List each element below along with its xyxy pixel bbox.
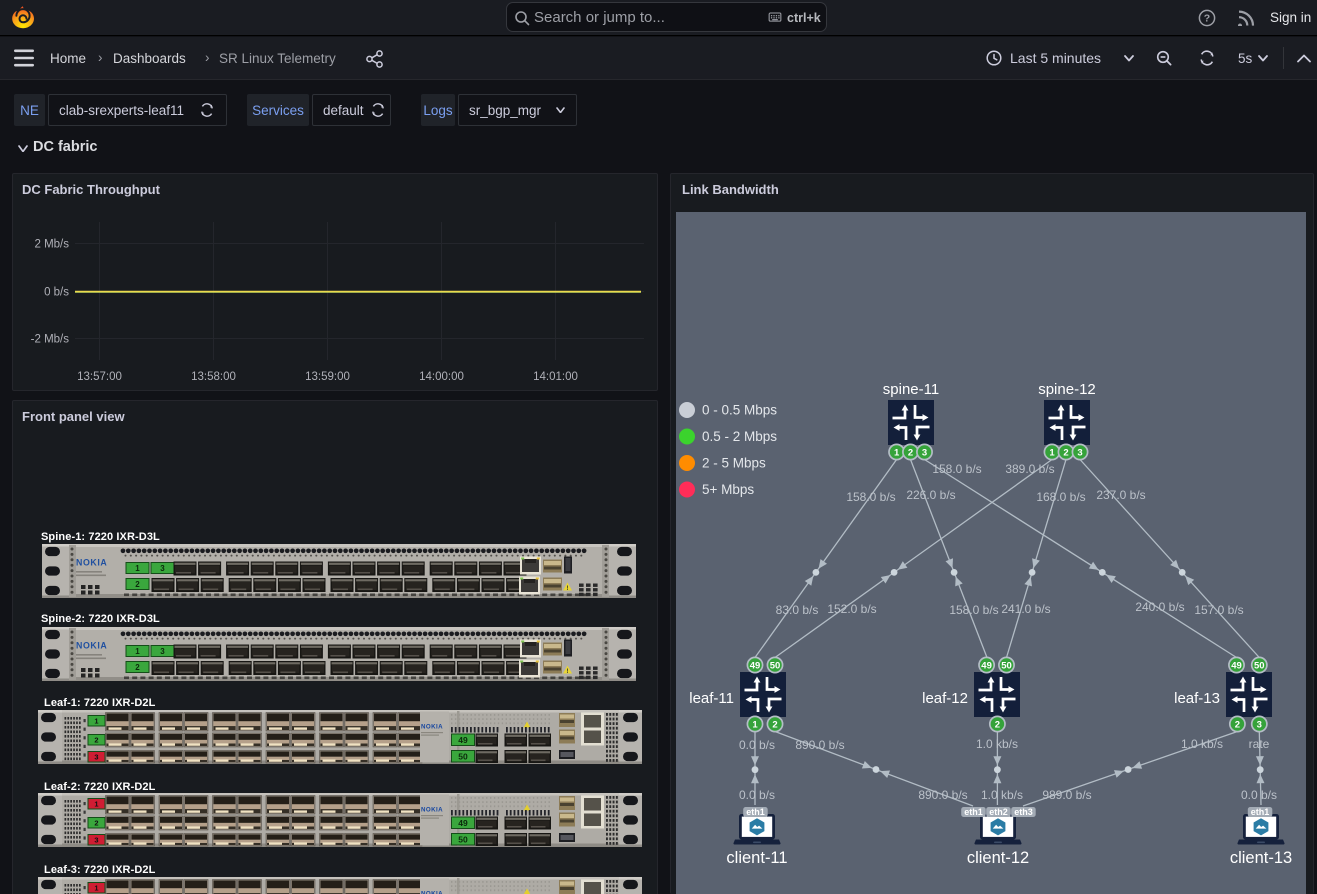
svg-text:1: 1 [135, 647, 140, 656]
svg-text:2: 2 [995, 719, 1000, 730]
svg-text:rate: rate [1249, 737, 1270, 751]
svg-text:2: 2 [94, 735, 98, 744]
svg-text:2: 2 [908, 447, 913, 458]
svg-text:1: 1 [94, 799, 98, 808]
svg-text:158.0 b/s: 158.0 b/s [949, 603, 998, 617]
svg-text:1.0 kb/s: 1.0 kb/s [976, 737, 1018, 751]
svg-text:3: 3 [1257, 719, 1262, 730]
svg-text:!: ! [567, 586, 569, 592]
svg-text:2: 2 [1235, 719, 1240, 730]
svg-text:2: 2 [135, 580, 140, 589]
svg-text:NOKIA: NOKIA [421, 724, 443, 731]
svg-text:spine-12: spine-12 [1038, 381, 1096, 398]
svg-text:leaf-13: leaf-13 [1174, 690, 1220, 707]
svg-text:49: 49 [750, 660, 761, 671]
svg-text:168.0 b/s: 168.0 b/s [1036, 490, 1085, 504]
svg-text:eth1: eth1 [964, 807, 983, 817]
svg-text:890.0 b/s: 890.0 b/s [795, 738, 844, 752]
svg-text:eth1: eth1 [1251, 807, 1270, 817]
svg-text:client-13: client-13 [1230, 849, 1292, 867]
svg-text:226.0 b/s: 226.0 b/s [906, 488, 955, 502]
svg-text:3: 3 [94, 752, 98, 761]
svg-text:237.0 b/s: 237.0 b/s [1096, 488, 1145, 502]
svg-text:1: 1 [94, 883, 98, 892]
svg-text:158.0 b/s: 158.0 b/s [932, 462, 981, 476]
svg-text:2 - 5 Mbps: 2 - 5 Mbps [702, 456, 766, 471]
svg-text:0.0 b/s: 0.0 b/s [1241, 788, 1277, 802]
svg-text:1.0 kb/s: 1.0 kb/s [1181, 737, 1223, 751]
svg-text:50: 50 [458, 751, 468, 761]
svg-text:1: 1 [1049, 447, 1055, 458]
svg-text:eth2: eth2 [989, 807, 1008, 817]
svg-text:152.0 b/s: 152.0 b/s [827, 602, 876, 616]
svg-text:leaf-12: leaf-12 [922, 690, 968, 707]
svg-text:241.0 b/s: 241.0 b/s [1001, 602, 1050, 616]
svg-text:leaf-11: leaf-11 [689, 690, 734, 707]
svg-text:client-11: client-11 [726, 849, 787, 867]
svg-text:3: 3 [94, 835, 98, 844]
svg-text:2: 2 [94, 818, 98, 827]
svg-text:1: 1 [752, 719, 758, 730]
svg-text:240.0 b/s: 240.0 b/s [1135, 600, 1184, 614]
svg-text:1: 1 [94, 716, 98, 725]
svg-text:13:57:00: 13:57:00 [77, 371, 122, 383]
svg-text:50: 50 [458, 834, 468, 844]
svg-text:0 b/s: 0 b/s [44, 287, 69, 299]
svg-text:389.0 b/s: 389.0 b/s [1005, 462, 1054, 476]
svg-text:1: 1 [135, 564, 140, 573]
svg-text:0 - 0.5 Mbps: 0 - 0.5 Mbps [702, 403, 777, 418]
svg-text:1.0 kb/s: 1.0 kb/s [981, 788, 1023, 802]
svg-text:13:59:00: 13:59:00 [305, 371, 350, 383]
svg-text:5+ Mbps: 5+ Mbps [702, 482, 754, 497]
svg-text:client-12: client-12 [967, 849, 1029, 867]
svg-text:49: 49 [458, 735, 468, 745]
svg-text:1: 1 [894, 447, 900, 458]
svg-text:eth3: eth3 [1014, 807, 1033, 817]
svg-text:2: 2 [135, 663, 140, 672]
svg-text:NOKIA: NOKIA [421, 891, 443, 894]
svg-text:49: 49 [458, 818, 468, 828]
svg-text:158.0 b/s: 158.0 b/s [846, 490, 895, 504]
svg-text:49: 49 [981, 660, 992, 671]
svg-text:157.0 b/s: 157.0 b/s [1194, 603, 1243, 617]
svg-text:50: 50 [770, 660, 781, 671]
svg-text:50: 50 [1001, 660, 1012, 671]
svg-text:14:01:00: 14:01:00 [533, 371, 578, 383]
svg-text:989.0 b/s: 989.0 b/s [1042, 788, 1091, 802]
svg-text:14:00:00: 14:00:00 [419, 371, 464, 383]
svg-text:83.0 b/s: 83.0 b/s [776, 603, 819, 617]
svg-text:0.0 b/s: 0.0 b/s [739, 788, 775, 802]
svg-text:3: 3 [160, 647, 165, 656]
svg-text:3: 3 [922, 447, 927, 458]
svg-text:NOKIA: NOKIA [76, 558, 107, 568]
svg-text:2: 2 [1063, 447, 1068, 458]
svg-text:NOKIA: NOKIA [76, 641, 107, 651]
svg-text:-2 Mb/s: -2 Mb/s [31, 334, 70, 346]
svg-text:spine-11: spine-11 [883, 381, 939, 398]
svg-text:!: ! [567, 669, 569, 675]
svg-text:eth1: eth1 [746, 807, 765, 817]
svg-text:0.0 b/s: 0.0 b/s [739, 738, 775, 752]
svg-text:49: 49 [1231, 660, 1242, 671]
svg-text:?: ? [1204, 13, 1210, 25]
svg-text:890.0 b/s: 890.0 b/s [918, 788, 967, 802]
svg-text:2 Mb/s: 2 Mb/s [34, 239, 69, 251]
svg-text:NOKIA: NOKIA [421, 807, 443, 814]
svg-text:2: 2 [772, 719, 777, 730]
svg-text:50: 50 [1254, 660, 1265, 671]
svg-text:3: 3 [160, 564, 165, 573]
svg-text:0.5 - 2 Mbps: 0.5 - 2 Mbps [702, 429, 777, 444]
svg-text:3: 3 [1077, 447, 1082, 458]
svg-text:13:58:00: 13:58:00 [191, 371, 236, 383]
